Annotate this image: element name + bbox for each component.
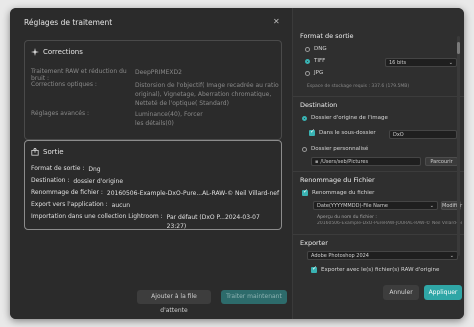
row-value: Dng	[88, 166, 101, 173]
add-to-queue-button[interactable]: Ajouter à la file d'attente	[137, 290, 211, 314]
checkbox[interactable]	[309, 128, 315, 136]
output-row-export-app: Export vers l'application : aucun	[31, 201, 130, 210]
corrections-title: Corrections	[43, 48, 83, 56]
output-title: Sortie	[43, 148, 64, 156]
chevron-down-icon: ⌄	[449, 253, 454, 259]
divider	[293, 171, 464, 172]
radio-button[interactable]	[302, 115, 307, 121]
row-value: Luminance(40), Forcer les détails(0)	[135, 111, 203, 127]
output-row-format: Format de sortie : Dng	[31, 165, 101, 174]
row-label: Format de sortie :	[31, 165, 85, 172]
row-label: Renommage de fichier :	[31, 189, 103, 196]
row-label: Importation dans une collection Lightroo…	[31, 213, 163, 220]
row-label: Destination :	[31, 177, 70, 184]
output-format-heading: Format de sortie	[300, 32, 354, 40]
output-header: Sortie	[31, 148, 64, 156]
settings-pane: Format de sortie DNG TIFF 16 bits ⌄ JPG …	[292, 8, 464, 319]
corrections-row-advanced: Réglages avancés : Luminance(40), Forcer…	[31, 110, 203, 128]
scrollbar-thumb[interactable]	[457, 42, 460, 54]
export-with-raw-option[interactable]: Exporter avec le(s) fichier(s) RAW d'ori…	[311, 265, 439, 273]
divider	[293, 96, 464, 97]
processing-settings-dialog: Réglages de traitement ✕ Corrections Tra…	[10, 8, 464, 319]
close-icon[interactable]: ✕	[273, 17, 280, 26]
format-option-dng[interactable]: DNG	[305, 46, 327, 52]
chevron-down-icon: ⌄	[448, 60, 453, 66]
row-label: Export vers l'application :	[31, 201, 108, 208]
row-value: DeepPRIMEXD2	[135, 69, 182, 76]
row-value: aucun	[111, 202, 131, 209]
checkbox[interactable]	[302, 188, 308, 196]
format-option-tiff[interactable]: TIFF	[305, 58, 325, 64]
radio-button[interactable]	[302, 146, 307, 152]
radio-button[interactable]	[305, 70, 310, 76]
process-now-button[interactable]: Traiter maintenant	[221, 290, 287, 304]
row-label: Traitement RAW et réduction du bruit :	[31, 68, 127, 82]
row-value: dossier d'origine	[73, 178, 124, 185]
sparkle-icon	[31, 48, 39, 56]
export-icon	[31, 148, 39, 156]
row-label: Corrections optiques :	[31, 81, 97, 88]
settings-scrollbar[interactable]	[457, 36, 460, 256]
browse-button[interactable]: Parcourir	[425, 157, 458, 166]
radio-button[interactable]	[305, 58, 310, 64]
disk-space-info: Espace de stockage requis : 337.6 (179.5…	[307, 84, 410, 89]
output-panel: Sortie Format de sortie : Dng Destinatio…	[24, 140, 282, 230]
row-value: Par défaut (DxO P...2024-03-07 23:27)	[166, 214, 260, 230]
rename-file-option[interactable]: Renommage du fichier	[302, 188, 374, 196]
row-value: 20160506-Example-DxO-Pure...AL-RAW-© Nei…	[106, 190, 280, 197]
checkbox[interactable]	[311, 265, 317, 273]
subfolder-option[interactable]: Dans le sous-dossier	[309, 128, 376, 136]
apply-button[interactable]: Appliquer	[424, 285, 462, 300]
corrections-row-optics: Corrections optiques : Distorsion de l'o…	[31, 81, 279, 108]
corrections-row-raw: Traitement RAW et réduction du bruit : D…	[31, 68, 182, 82]
destination-heading: Destination	[300, 101, 338, 109]
radio-button[interactable]	[305, 46, 310, 52]
divider	[293, 234, 464, 235]
custom-folder-option[interactable]: Dossier personnalisé	[302, 146, 368, 152]
format-option-jpg[interactable]: JPG	[305, 70, 323, 76]
rename-heading: Renommage du Fichier	[300, 176, 375, 184]
corrections-panel: Corrections Traitement RAW et réduction …	[24, 40, 282, 140]
folder-icon: ▪	[315, 159, 319, 165]
filename-preview-value: 20160506-Example-DxO-PureRAW-JOURAL-RAW-…	[317, 221, 462, 226]
output-row-destination: Destination : dossier d'origine	[31, 177, 123, 186]
export-app-select[interactable]: Adobe Photoshop 2024 ⌄	[307, 251, 458, 260]
dialog-title: Réglages de traitement	[24, 18, 113, 27]
chevron-down-icon: ⌄	[429, 203, 434, 209]
output-row-rename: Renommage de fichier : 20160506-Example-…	[31, 189, 279, 198]
custom-path-input[interactable]: ▪/Users/seb/Pictures	[311, 157, 421, 166]
output-row-lightroom: Importation dans une collection Lightroo…	[31, 213, 281, 231]
bit-depth-select[interactable]: 16 bits ⌄	[385, 58, 457, 67]
summary-pane: Réglages de traitement ✕ Corrections Tra…	[10, 8, 292, 319]
row-value: Distorsion de l'objectif( Image recadrée…	[135, 82, 279, 107]
row-label: Réglages avancés :	[31, 110, 90, 117]
filename-preview-label: Aperçu du nom du fichier :	[317, 215, 377, 220]
corrections-header: Corrections	[31, 48, 83, 56]
origin-folder-option[interactable]: Dossier d'origine de l'image	[302, 115, 388, 121]
subfolder-input[interactable]: DxO	[389, 130, 457, 139]
rename-pattern-select[interactable]: Date(YYYYMMDD)-File Name ⌄	[313, 201, 438, 210]
cancel-button[interactable]: Annuler	[383, 285, 419, 300]
export-heading: Exporter	[300, 239, 328, 247]
